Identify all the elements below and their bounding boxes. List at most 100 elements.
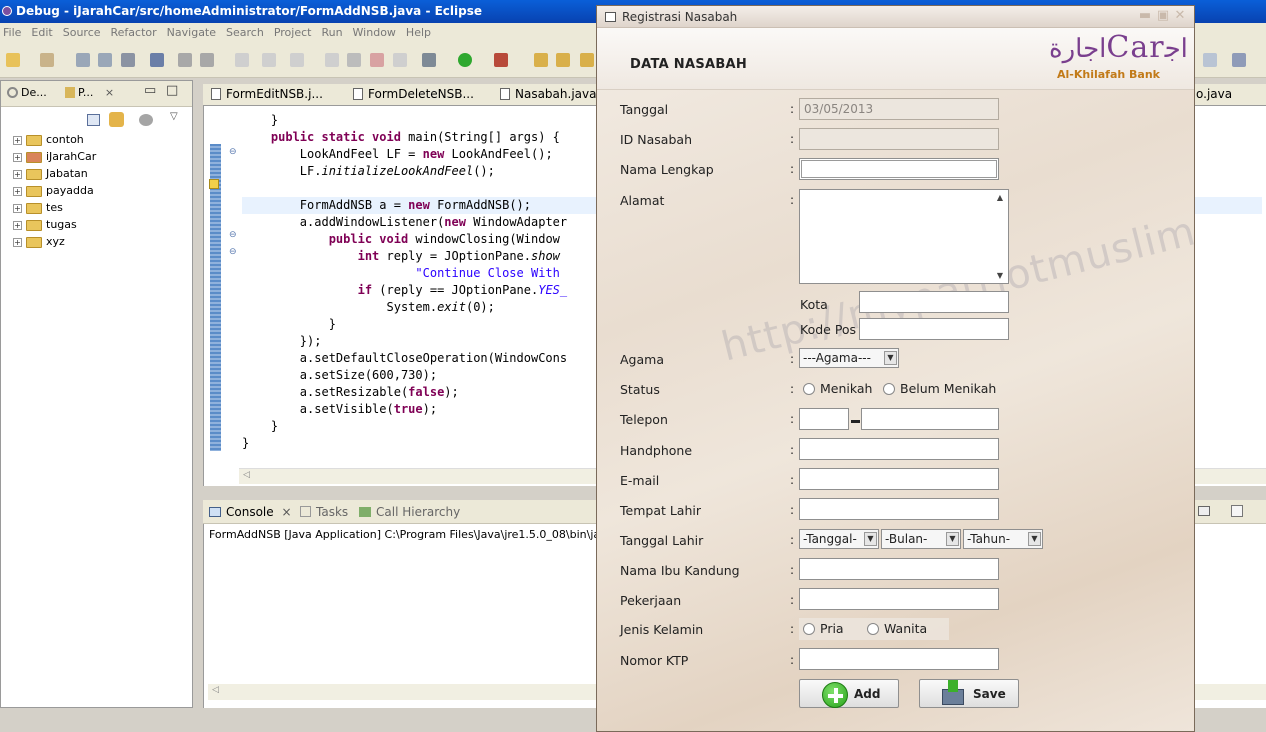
- handphone-field[interactable]: [799, 438, 999, 460]
- tanggal-lahir-day-select[interactable]: -Tanggal- ▼: [799, 529, 879, 549]
- skip-breakpoints-icon[interactable]: [150, 53, 164, 67]
- kota-field[interactable]: [859, 291, 1009, 313]
- menu-edit[interactable]: Edit: [28, 23, 55, 42]
- telepon-area-field[interactable]: [799, 408, 849, 430]
- alamat-textarea[interactable]: ▲ ▼: [799, 189, 1009, 284]
- expand-icon[interactable]: +: [13, 152, 22, 162]
- tree-item[interactable]: + iJarahCar: [13, 149, 96, 165]
- chevron-down-icon[interactable]: ▼: [884, 351, 897, 365]
- close-icon[interactable]: ×: [281, 505, 291, 519]
- fold-icon[interactable]: ⊖: [229, 230, 237, 240]
- nomor-ktp-field[interactable]: [799, 648, 999, 670]
- expand-icon[interactable]: +: [13, 186, 22, 196]
- new-icon[interactable]: [6, 53, 20, 67]
- dialog-title-bar[interactable]: Registrasi Nasabah ▬ ▣ ✕: [597, 6, 1194, 28]
- nama-lengkap-field[interactable]: [799, 158, 999, 180]
- tab-call-hierarchy[interactable]: Call Hierarchy: [359, 505, 460, 519]
- filter-icon[interactable]: [139, 114, 153, 126]
- tempat-lahir-field[interactable]: [799, 498, 999, 520]
- tanggal-lahir-year-select[interactable]: -Tahun- ▼: [963, 529, 1043, 549]
- expand-icon[interactable]: +: [13, 135, 22, 145]
- perspective-icon[interactable]: [1203, 53, 1217, 67]
- editor-tab[interactable]: FormDeleteNSB...: [353, 87, 474, 101]
- view-menu-icon[interactable]: ▽: [170, 111, 178, 122]
- tab-console[interactable]: Console ×: [209, 505, 292, 519]
- suspend-icon[interactable]: [347, 53, 361, 67]
- chevron-down-icon[interactable]: ▼: [1028, 532, 1041, 546]
- toolbar-icon[interactable]: [393, 53, 407, 67]
- resume-icon[interactable]: [325, 53, 339, 67]
- radio-belum-menikah[interactable]: Belum Menikah: [883, 381, 996, 396]
- close-icon[interactable]: ×: [105, 86, 114, 99]
- console-display-icon[interactable]: [1198, 505, 1210, 519]
- expand-icon[interactable]: +: [13, 169, 22, 179]
- add-button[interactable]: Add: [799, 679, 899, 708]
- external-tools-icon[interactable]: [494, 53, 508, 67]
- pekerjaan-field[interactable]: [799, 588, 999, 610]
- fold-icon[interactable]: ⊖: [229, 147, 237, 157]
- editor-tab[interactable]: FormEditNSB.j...: [211, 87, 323, 101]
- toolbar-icon[interactable]: [262, 53, 276, 67]
- save-all-icon[interactable]: [98, 53, 112, 67]
- toolbar-icon[interactable]: [580, 53, 594, 67]
- tree-item[interactable]: + tes: [13, 200, 63, 216]
- chevron-down-icon[interactable]: ▼: [864, 532, 877, 546]
- print-icon[interactable]: [121, 53, 135, 67]
- chevron-down-icon[interactable]: ▼: [946, 532, 959, 546]
- tanggal-lahir-month-select[interactable]: -Bulan- ▼: [881, 529, 961, 549]
- expand-icon[interactable]: +: [13, 237, 22, 247]
- save-button[interactable]: Save: [919, 679, 1019, 708]
- radio-menikah[interactable]: Menikah: [803, 381, 872, 396]
- minimize-icon[interactable]: ▬: [1137, 9, 1153, 25]
- menu-search[interactable]: Search: [223, 23, 267, 42]
- agama-select[interactable]: ---Agama--- ▼: [799, 348, 899, 368]
- menu-run[interactable]: Run: [318, 23, 345, 42]
- collapse-all-icon[interactable]: [87, 114, 100, 126]
- menu-navigate[interactable]: Navigate: [164, 23, 219, 42]
- scroll-down-icon[interactable]: ▼: [992, 271, 1008, 280]
- tree-item[interactable]: + payadda: [13, 183, 94, 199]
- run-icon[interactable]: [458, 53, 472, 67]
- java-perspective-icon[interactable]: [1232, 53, 1246, 67]
- debug-icon[interactable]: [422, 53, 436, 67]
- editor-tab[interactable]: Nasabah.java: [500, 87, 596, 101]
- terminate-icon[interactable]: [370, 53, 384, 67]
- link-editor-icon[interactable]: [109, 112, 124, 127]
- open-type-icon[interactable]: [534, 53, 548, 67]
- open-console-icon[interactable]: [1231, 505, 1243, 520]
- expand-icon[interactable]: +: [13, 220, 22, 230]
- alamat-scrollbar[interactable]: ▲ ▼: [992, 190, 1008, 283]
- fold-icon[interactable]: ⊖: [229, 247, 237, 257]
- radio-wanita[interactable]: Wanita: [867, 621, 927, 636]
- tab-package-explorer[interactable]: P... ×: [65, 86, 114, 99]
- toolbar-icon[interactable]: [178, 53, 192, 67]
- save-icon[interactable]: [76, 53, 90, 67]
- toolbar-icon[interactable]: [235, 53, 249, 67]
- maximize-icon[interactable]: □: [166, 83, 178, 98]
- scroll-up-icon[interactable]: ▲: [992, 193, 1008, 202]
- radio-pria[interactable]: Pria: [803, 621, 844, 636]
- tree-item[interactable]: + xyz: [13, 234, 65, 250]
- minimize-icon[interactable]: ▭: [144, 83, 156, 98]
- open-resource-icon[interactable]: [556, 53, 570, 67]
- menu-source[interactable]: Source: [60, 23, 104, 42]
- tab-debug[interactable]: De...: [7, 86, 47, 99]
- menu-file[interactable]: File: [0, 23, 24, 42]
- tab-tasks[interactable]: Tasks: [300, 505, 348, 519]
- nama-ibu-kandung-field[interactable]: [799, 558, 999, 580]
- tree-item[interactable]: + tugas: [13, 217, 77, 233]
- toolbar-icon[interactable]: [200, 53, 214, 67]
- close-icon[interactable]: ✕: [1172, 9, 1188, 25]
- expand-icon[interactable]: +: [13, 203, 22, 213]
- menu-refactor[interactable]: Refactor: [108, 23, 160, 42]
- scroll-left-icon[interactable]: ◁: [212, 685, 219, 695]
- editor-tab[interactable]: o.java: [1196, 87, 1232, 101]
- menu-project[interactable]: Project: [271, 23, 315, 42]
- tree-item[interactable]: + Jabatan: [13, 166, 88, 182]
- scroll-left-icon[interactable]: ◁: [243, 470, 250, 480]
- maximize-icon[interactable]: ▣: [1155, 9, 1171, 25]
- menu-window[interactable]: Window: [350, 23, 399, 42]
- email-field[interactable]: [799, 468, 999, 490]
- telepon-number-field[interactable]: [861, 408, 999, 430]
- open-icon[interactable]: [40, 53, 54, 67]
